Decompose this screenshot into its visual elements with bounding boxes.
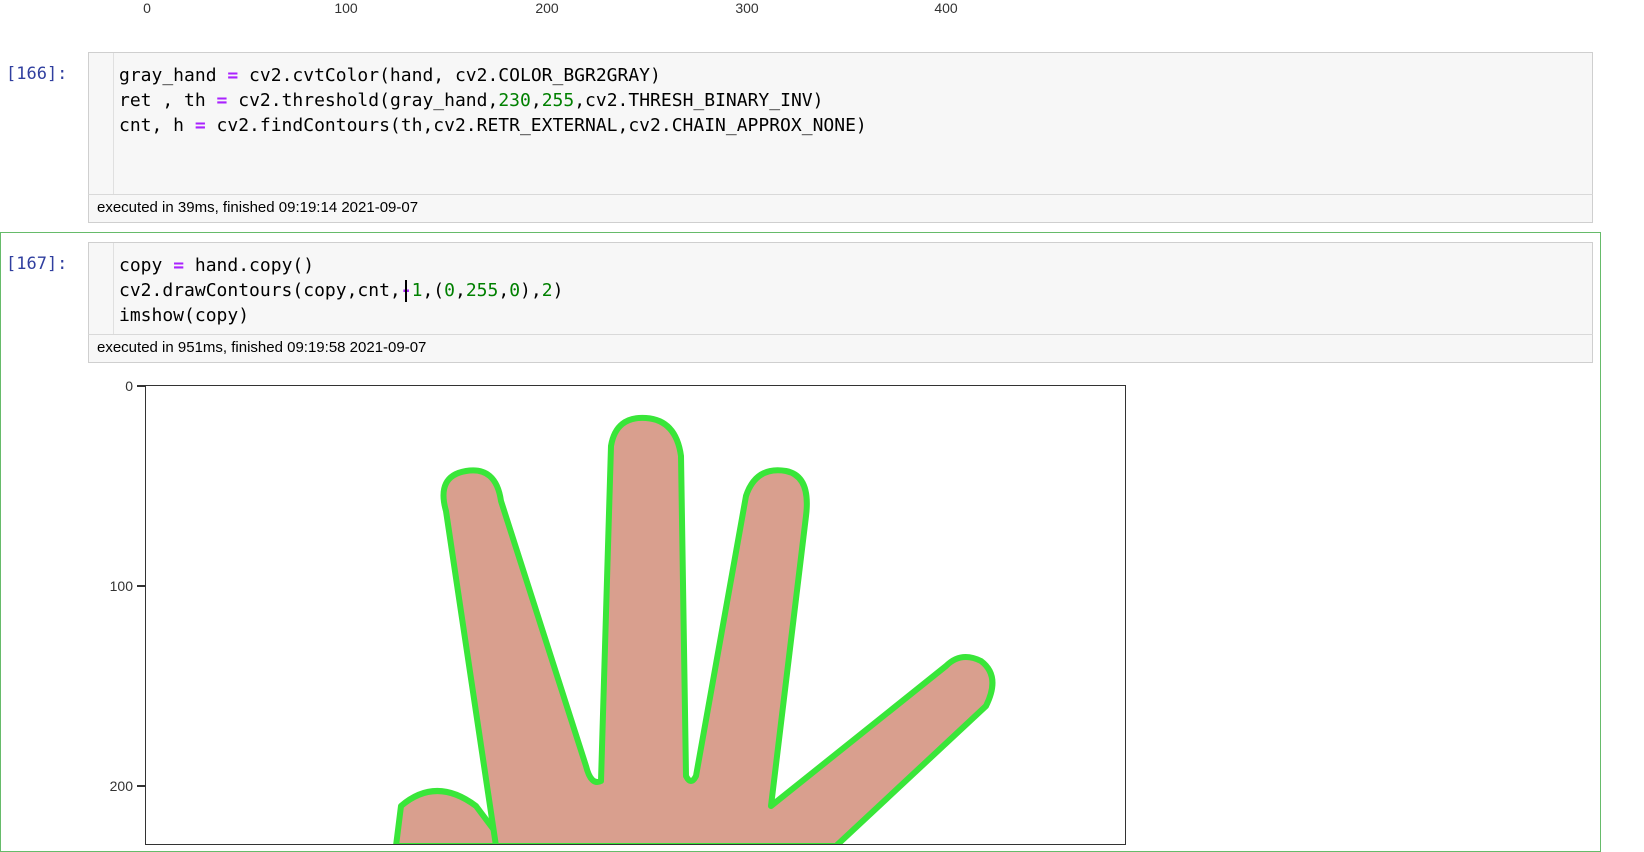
code-token: 230 — [498, 90, 531, 111]
code-token: gray_hand — [119, 65, 228, 86]
editor-gutter — [89, 53, 114, 194]
x-tick-label: 100 — [334, 0, 358, 16]
code-token: cv2.findContours(th,cv2.RETR_EXTERNAL,cv… — [205, 115, 867, 136]
y-tick-label: 200 — [109, 778, 133, 794]
code-token: , — [498, 280, 510, 301]
code-line: ret , th = cv2.threshold(gray_hand,230,2… — [119, 88, 867, 113]
code-token: 0 — [444, 280, 455, 301]
editor-gutter — [89, 243, 114, 334]
x-tick-label: 300 — [735, 0, 759, 16]
y-tick-mark — [137, 385, 145, 387]
code-editor[interactable]: copy = hand.copy() cv2.drawContours(copy,… — [88, 242, 1593, 335]
code-token: ,cv2.THRESH_BINARY_INV) — [574, 90, 824, 111]
code-line: cnt, h = cv2.findContours(th,cv2.RETR_EX… — [119, 113, 867, 138]
code-token: 0 — [509, 280, 521, 301]
code-token: cv2.drawContours(copy,cnt, — [119, 280, 401, 301]
code-token: copy — [119, 255, 174, 276]
code-token: = — [227, 65, 239, 86]
y-tick-label: 0 — [125, 378, 133, 394]
code-editor[interactable]: gray_hand = cv2.cvtColor(hand, cv2.COLOR… — [88, 52, 1593, 195]
code-token: imshow(copy) — [119, 305, 250, 326]
code-token: hand.copy() — [184, 255, 315, 276]
code-token: cnt, h — [119, 115, 195, 136]
x-tick-label: 0 — [143, 0, 151, 16]
code-line: gray_hand = cv2.cvtColor(hand, cv2.COLOR… — [119, 63, 867, 88]
code-lines: copy = hand.copy() cv2.drawContours(copy,… — [119, 253, 563, 328]
code-token: = — [173, 255, 185, 276]
y-tick-mark — [137, 585, 145, 587]
y-tick-mark — [137, 785, 145, 787]
code-line: copy = hand.copy() — [119, 253, 563, 278]
output-image — [145, 385, 1126, 845]
code-token: ) — [552, 280, 564, 301]
execution-info: executed in 39ms, finished 09:19:14 2021… — [88, 194, 1593, 223]
code-token: = — [216, 90, 228, 111]
code-token: 1 — [411, 280, 423, 301]
hand-with-contour — [393, 414, 996, 844]
cell-prompt: [167]: — [6, 254, 68, 274]
code-token: cv2.cvtColor(hand, cv2.COLOR_BGR2GRAY) — [238, 65, 661, 86]
code-token: ret , th — [119, 90, 217, 111]
code-token: 255 — [465, 280, 499, 301]
code-token: , — [454, 280, 466, 301]
text-cursor-icon — [405, 280, 407, 302]
code-line: cv2.drawContours(copy,cnt,-1,(0,255,0),2… — [119, 278, 563, 303]
previous-plot-x-axis: 0 100 200 300 400 — [0, 0, 1644, 20]
code-line: imshow(copy) — [119, 303, 563, 328]
code-token: ), — [520, 280, 542, 301]
code-token: ,( — [422, 280, 445, 301]
y-tick-label: 100 — [109, 578, 133, 594]
code-lines: gray_hand = cv2.cvtColor(hand, cv2.COLOR… — [119, 63, 867, 138]
hand-contour-image — [393, 414, 996, 844]
code-token: , — [530, 90, 542, 111]
code-token: 255 — [541, 90, 575, 111]
code-token: = — [194, 115, 206, 136]
x-tick-label: 200 — [535, 0, 559, 16]
code-token: cv2.threshold(gray_hand, — [227, 90, 499, 111]
execution-info: executed in 951ms, finished 09:19:58 202… — [88, 334, 1593, 363]
cell-prompt: [166]: — [6, 64, 68, 84]
code-token: 2 — [541, 280, 553, 301]
x-tick-label: 400 — [934, 0, 958, 16]
